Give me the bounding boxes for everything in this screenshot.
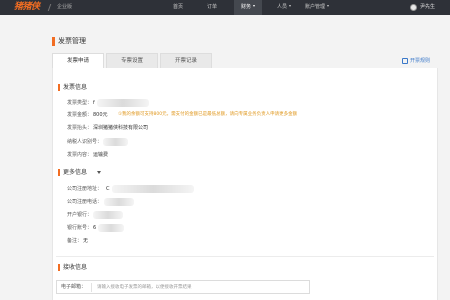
chevron-down-icon (253, 5, 256, 7)
title-accent-bar (52, 37, 55, 46)
field-divider (91, 283, 92, 292)
section-title-receive-info: 接收信息 (63, 264, 88, 271)
chevron-down-icon (327, 5, 330, 7)
logo-divider (47, 4, 52, 11)
tab-label: 专票设置 (120, 58, 143, 64)
invoice-amount-label: 发票金额： (67, 112, 93, 118)
redacted-value (98, 224, 124, 232)
invoice-header-label: 发票抬头： (67, 125, 93, 131)
redacted-value (97, 99, 149, 107)
section-title-invoice-info: 发票信息 (63, 84, 88, 91)
company-address-label: 公司注册地址： (67, 186, 103, 192)
tab-label: 开票记录 (174, 58, 197, 64)
top-navbar: 猪猪侠 企业版 首页 订单 财务 人员 账户管理 尹先生 (0, 0, 450, 15)
bank-account-value: 6 (93, 225, 97, 231)
nav-item-account[interactable]: 账户管理 (305, 0, 330, 15)
invoice-amount-value: 800元 (93, 112, 108, 118)
invoice-content-label: 发票内容： (67, 152, 93, 158)
user-name[interactable]: 尹先生 (420, 0, 435, 15)
invoice-type-value: f (93, 100, 95, 106)
nav-item-staff[interactable]: 人员 (277, 0, 292, 15)
remark-label: 备注： (67, 238, 83, 244)
section-divider (56, 256, 434, 257)
invoice-header-value: 深圳猪猪侠科技有限公司 (93, 125, 149, 131)
invoice-content-value: 运输费 (93, 152, 109, 158)
invoice-rules-label: 开票规则 (410, 58, 431, 64)
email-label: 电子邮箱： (61, 284, 87, 290)
nav-item-label: 人员 (277, 4, 288, 10)
nav-item-label: 首页 (173, 4, 184, 10)
invoice-type-label: 发票类型： (67, 100, 93, 106)
tab-invoice-apply[interactable]: 发票申请 (52, 53, 104, 69)
chevron-down-icon (289, 5, 292, 7)
amount-notice: ①我的余额可支持800元，需支付的金额已是最低总额，请向专属业务负责人申请更多金… (118, 111, 297, 119)
remark-value: 无 (83, 238, 89, 244)
brand-logo[interactable]: 猪猪侠 (14, 1, 40, 14)
chevron-down-icon[interactable] (97, 171, 101, 174)
redacted-value (103, 138, 128, 146)
section-title-more-info[interactable]: 更多信息 (63, 168, 87, 177)
tab-special-invoice-settings[interactable]: 专票设置 (106, 53, 158, 69)
invoice-rules-link[interactable]: 开票规则 (402, 57, 430, 65)
nav-item-home[interactable]: 首页 (173, 0, 183, 15)
section-accent-bar (58, 264, 60, 271)
page-title: 发票管理 (58, 37, 86, 45)
redacted-value (112, 185, 194, 193)
edition-label: 企业版 (57, 4, 73, 10)
avatar[interactable] (410, 4, 417, 11)
redacted-value (93, 211, 123, 219)
bank-label: 开户银行： (67, 212, 93, 218)
company-phone-label: 公司注册电话： (67, 199, 103, 205)
tab-label: 发票申请 (66, 58, 89, 64)
redacted-value (104, 198, 134, 206)
email-input[interactable] (97, 282, 307, 292)
nav-item-label: 账户管理 (305, 4, 326, 10)
section-accent-bar (58, 169, 60, 176)
nav-item-finance[interactable]: 财务 (234, 0, 263, 15)
amount-notice-text: ①我的余额可支持800元，需支付的金额已是最低总额，请向专属业务负责人申请更多金… (118, 112, 298, 117)
rules-icon (402, 58, 408, 64)
nav-item-label: 财务 (241, 4, 252, 10)
nav-item-orders[interactable]: 订单 (207, 0, 217, 15)
email-field[interactable]: 电子邮箱： (56, 280, 310, 294)
tax-id-label: 纳税人识别号： (67, 139, 103, 145)
nav-item-label: 订单 (207, 4, 218, 10)
company-address-value: C (106, 186, 110, 192)
tab-invoice-records[interactable]: 开票记录 (160, 53, 212, 69)
bank-account-label: 银行账号： (67, 225, 93, 231)
section-accent-bar (58, 84, 60, 91)
